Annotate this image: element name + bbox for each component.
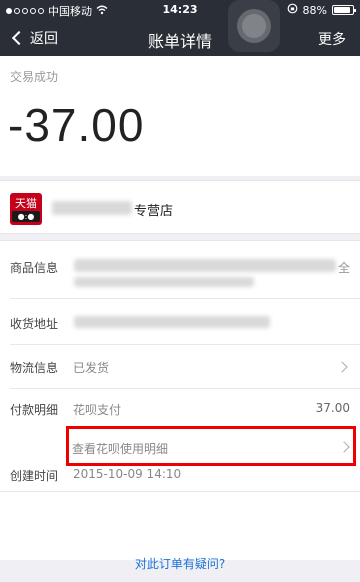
address-redacted <box>74 316 270 328</box>
transaction-summary: 交易成功 -37.00 <box>0 56 360 176</box>
bill-details: 商品信息 全 收货地址 物流信息 已发货 付款明细 花呗支付 37.00 查看花… <box>0 240 360 560</box>
status-right: 88% <box>287 3 356 17</box>
store-name-redacted <box>52 201 132 215</box>
battery-percent: 88% <box>302 3 327 17</box>
address-label: 收货地址 <box>10 317 59 331</box>
lock-rotation-icon <box>287 3 298 17</box>
transaction-status: 交易成功 <box>10 70 59 84</box>
transaction-amount: -37.00 <box>8 99 145 151</box>
assistive-touch-button[interactable] <box>228 0 280 52</box>
logistics-value: 已发货 <box>73 361 110 375</box>
store-name: 专营店 <box>134 204 174 219</box>
product-info-redacted-line2 <box>74 277 254 287</box>
page-title: 账单详情 <box>147 32 212 51</box>
payment-label: 付款明细 <box>10 403 59 417</box>
created-time-label: 创建时间 <box>10 469 59 483</box>
logistics-label: 物流信息 <box>10 361 59 375</box>
product-info-label: 商品信息 <box>10 261 59 275</box>
product-info-tail: 全 <box>337 261 350 275</box>
tmall-logo-sub: ●:● <box>12 211 40 222</box>
battery-icon <box>332 5 356 15</box>
nav-bar: 返回 账单详情 更多 <box>0 20 360 56</box>
more-button[interactable]: 更多 <box>318 29 346 49</box>
assistive-touch-core <box>242 14 266 38</box>
payment-amount: 37.00 <box>315 401 350 415</box>
product-info-redacted-line1 <box>74 259 336 272</box>
order-question-link[interactable]: 对此订单有疑问? <box>0 555 360 572</box>
divider <box>10 388 360 389</box>
store-row[interactable]: 天猫 ●:● 专营店 <box>0 180 360 234</box>
chevron-right-icon <box>336 361 348 373</box>
logistics-row[interactable]: 物流信息 已发货 <box>0 344 360 388</box>
divider <box>0 491 360 492</box>
created-time-value: 2015-10-09 14:10 <box>73 467 182 481</box>
divider <box>10 298 360 299</box>
battery-fill <box>334 7 350 13</box>
tmall-logo-text: 天猫 <box>15 197 37 210</box>
payment-method: 花呗支付 <box>73 403 122 417</box>
status-bar: 中国移动 14:23 88% <box>0 0 360 20</box>
highlight-annotation-box <box>66 426 356 466</box>
tmall-logo: 天猫 ●:● <box>10 193 42 225</box>
